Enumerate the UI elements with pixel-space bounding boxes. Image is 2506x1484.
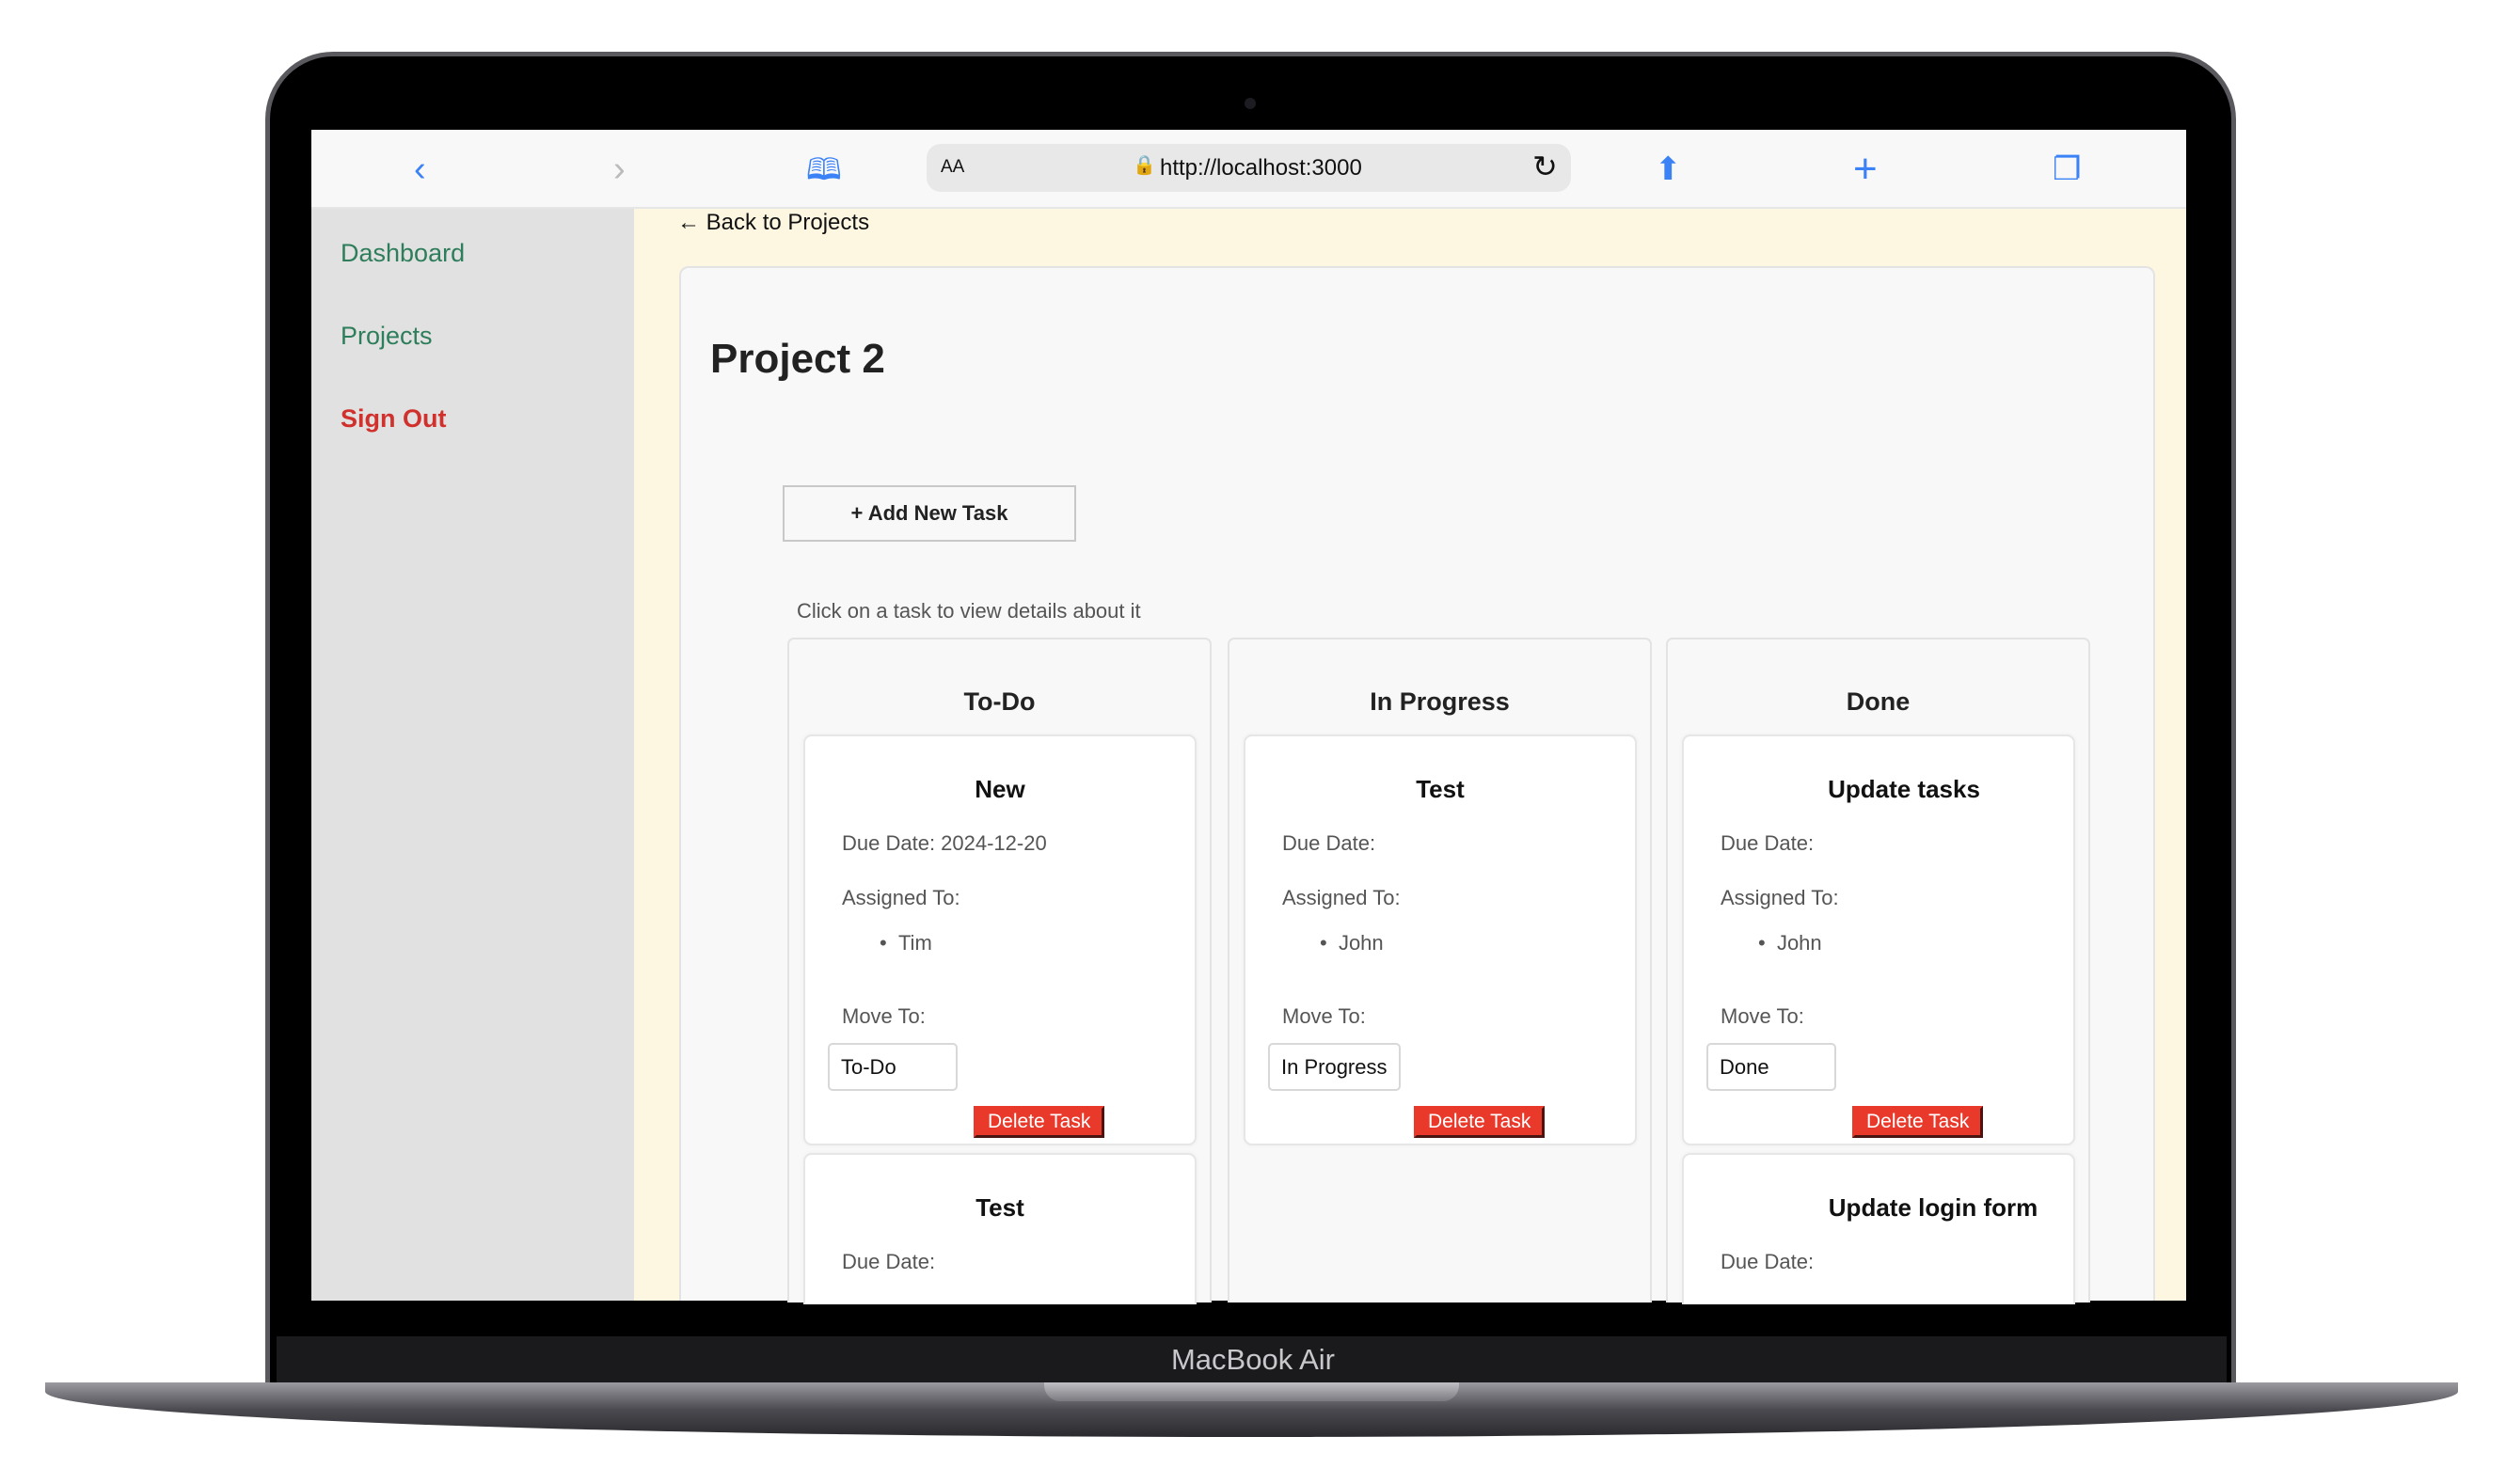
move-label: Move To:: [842, 1004, 926, 1028]
screen: ‹ › 🕮 AA 🔒 http://localhost:3000 ↻ ⬆ + ❐…: [311, 130, 2186, 1304]
forward-icon[interactable]: ›: [613, 130, 626, 209]
back-icon[interactable]: ‹: [414, 130, 426, 209]
assignee: • Tim: [880, 931, 932, 955]
sidebar: Dashboard Projects Sign Out: [311, 209, 634, 1301]
hint-text: Click on a task to view details about it: [797, 599, 1141, 623]
add-task-button[interactable]: + Add New Task: [783, 485, 1076, 542]
project-card: Project 2 + Add New Task Click on a task…: [679, 266, 2155, 1304]
due-date: Due Date:: [1721, 831, 1815, 855]
task-name: Test: [975, 1193, 1024, 1222]
task-card[interactable]: New Due Date: 2024-12-20 Assigned To: • …: [803, 734, 1197, 1145]
assigned-label: Assigned To:: [1721, 886, 1839, 909]
column-in-progress: In Progress Test Due Date: Assigned To: …: [1228, 638, 1652, 1302]
due-date: Due Date: 2024-12-20: [842, 831, 1047, 855]
assignee: • John: [1758, 931, 1822, 955]
address-bar[interactable]: AA 🔒 http://localhost:3000 ↻: [927, 144, 1571, 192]
task-card[interactable]: Update login form Due Date:: [1682, 1153, 2075, 1304]
new-tab-icon[interactable]: +: [1853, 130, 1878, 209]
sidebar-item-projects[interactable]: Projects: [341, 322, 433, 351]
due-date: Due Date:: [1282, 831, 1376, 855]
back-to-projects-link[interactable]: ← Back to Projects: [677, 210, 869, 236]
column-title: To-Do: [963, 687, 1036, 716]
task-card[interactable]: Test Due Date:: [803, 1153, 1197, 1304]
device-brand: MacBook Air: [1170, 1343, 1335, 1376]
move-label: Move To:: [1721, 1004, 1804, 1028]
due-date: Due Date:: [1721, 1250, 1815, 1273]
column-todo: To-Do New Due Date: 2024-12-20 Assigned …: [787, 638, 1212, 1304]
reload-icon[interactable]: ↻: [1532, 149, 1558, 184]
text-size-button[interactable]: AA: [941, 157, 964, 178]
delete-task-button[interactable]: Delete Task: [1414, 1106, 1546, 1138]
lock-icon: 🔒: [1133, 155, 1156, 176]
assignee: • John: [1320, 931, 1384, 955]
delete-task-button[interactable]: Delete Task: [1852, 1106, 1984, 1138]
share-icon[interactable]: ⬆: [1655, 130, 1682, 209]
task-name: Update login form: [1828, 1193, 2038, 1222]
task-card[interactable]: Update tasks Due Date: Assigned To: • Jo…: [1682, 734, 2075, 1145]
tabs-icon[interactable]: ❐: [2053, 130, 2081, 209]
browser-toolbar: ‹ › 🕮 AA 🔒 http://localhost:3000 ↻ ⬆ + ❐: [311, 130, 2186, 209]
laptop-notch: [1044, 1382, 1459, 1401]
move-label: Move To:: [1282, 1004, 1366, 1028]
page-title: Project 2: [710, 336, 885, 382]
move-to-select[interactable]: In Progress: [1268, 1043, 1401, 1091]
assigned-label: Assigned To:: [1282, 886, 1401, 909]
bookmarks-icon[interactable]: 🕮: [806, 130, 842, 209]
move-to-select[interactable]: Done: [1706, 1043, 1836, 1091]
column-done: Done Update tasks Due Date: Assigned To:…: [1666, 638, 2090, 1304]
delete-task-button[interactable]: Delete Task: [974, 1106, 1105, 1138]
due-date: Due Date:: [842, 1250, 936, 1273]
task-name: New: [975, 775, 1025, 803]
column-title: Done: [1846, 687, 1911, 716]
sidebar-item-sign-out[interactable]: Sign Out: [341, 404, 446, 434]
task-card[interactable]: Test Due Date: Assigned To: • John Move …: [1244, 734, 1637, 1145]
task-name: Update tasks: [1828, 775, 1980, 803]
sidebar-item-dashboard[interactable]: Dashboard: [341, 239, 465, 268]
move-to-select[interactable]: To-Do: [828, 1043, 958, 1091]
url-text[interactable]: http://localhost:3000: [1160, 155, 1362, 182]
column-title: In Progress: [1370, 687, 1510, 716]
task-name: Test: [1416, 775, 1465, 803]
assigned-label: Assigned To:: [842, 886, 960, 909]
camera: [1245, 98, 1256, 109]
